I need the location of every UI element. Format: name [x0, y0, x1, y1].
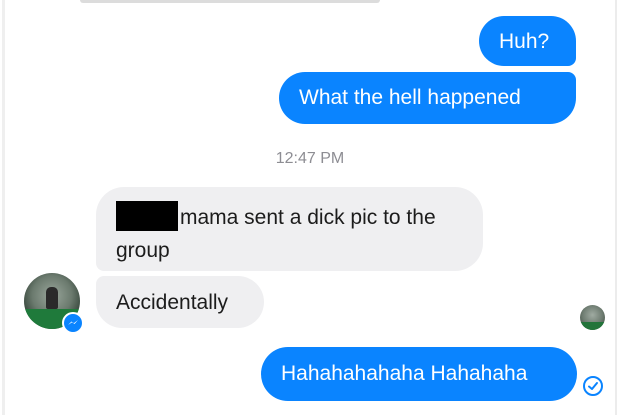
left-edge-divider	[2, 0, 5, 415]
seen-avatar-ground	[580, 322, 605, 330]
message-bubble-incoming[interactable]: Accidentally	[96, 276, 264, 328]
message-timestamp: 12:47 PM	[275, 150, 345, 167]
message-text: Hahahahahaha Hahahaha	[281, 362, 528, 385]
message-bubble-outgoing[interactable]: What the hell happened	[279, 72, 576, 124]
avatar-image-figure	[46, 287, 58, 309]
seen-avatar-icon	[580, 305, 605, 330]
check-circle-icon	[583, 376, 603, 396]
message-bubble-outgoing[interactable]: Huh?	[479, 16, 576, 66]
redaction-bar	[116, 201, 178, 231]
chat-window: Huh? What the hell happened 12:47 PM mam…	[0, 0, 625, 415]
right-edge-divider	[615, 0, 617, 415]
cropped-previous-message	[80, 0, 380, 3]
message-text: What the hell happened	[299, 86, 521, 109]
message-text: Huh?	[499, 30, 550, 53]
message-bubble-outgoing[interactable]: Hahahahahaha Hahahaha	[261, 347, 577, 401]
message-bubble-incoming[interactable]: mama sent a dick pic to the group	[96, 187, 483, 271]
message-text: Accidentally	[116, 291, 229, 314]
messenger-icon	[62, 312, 84, 334]
